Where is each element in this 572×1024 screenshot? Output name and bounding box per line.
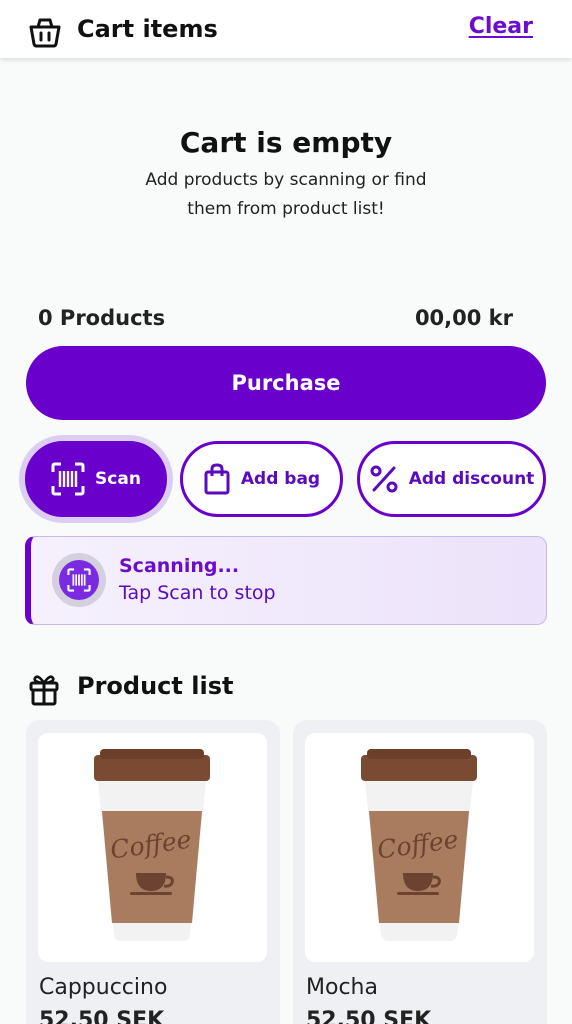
purchase-button[interactable]: Purchase xyxy=(26,346,546,420)
coffee-cup-image: Coffee xyxy=(305,733,534,962)
product-list-title: Product list xyxy=(77,672,234,700)
add-bag-label: Add bag xyxy=(240,469,321,489)
scan-button[interactable]: Scan xyxy=(25,441,167,517)
gift-icon xyxy=(29,675,59,706)
product-card-mocha[interactable]: Coffee Mocha 52,50 SEK xyxy=(293,720,547,1024)
coffee-cup-image: Coffee xyxy=(38,733,267,962)
percent-icon xyxy=(370,465,398,493)
cart-total: 00,00 kr xyxy=(414,306,513,330)
app-header: Cart items Clear xyxy=(0,0,572,58)
scanning-indicator xyxy=(52,553,106,607)
product-name: Mocha xyxy=(306,975,378,1000)
empty-cart-subtitle: Add products by scanning or find them fr… xyxy=(120,166,452,224)
product-price: 52,50 SEK xyxy=(39,1008,165,1024)
clear-cart-link[interactable]: Clear xyxy=(469,14,533,39)
barcode-scan-icon xyxy=(51,462,85,496)
empty-cart-subtitle-line: Add products by scanning or find xyxy=(145,170,427,190)
scanning-title: Scanning... xyxy=(119,555,240,577)
scanning-status-banner[interactable]: Scanning... Tap Scan to stop xyxy=(25,536,547,625)
basket-icon xyxy=(29,18,61,48)
barcode-scan-icon xyxy=(67,568,91,592)
scanning-hint: Tap Scan to stop xyxy=(119,582,276,604)
empty-cart-subtitle-line: them from product list! xyxy=(187,199,385,219)
add-discount-button[interactable]: Add discount xyxy=(357,441,546,517)
empty-cart-title: Cart is empty xyxy=(179,126,393,159)
product-name: Cappuccino xyxy=(39,975,168,1000)
product-count: 0 Products xyxy=(38,306,166,330)
shopping-bag-icon xyxy=(204,463,230,495)
add-bag-button[interactable]: Add bag xyxy=(180,441,343,517)
page-title: Cart items xyxy=(77,15,218,43)
product-card-cappuccino[interactable]: Coffee Cappuccino 52,50 SEK xyxy=(26,720,280,1024)
scan-label: Scan xyxy=(95,469,141,489)
product-price: 52,50 SEK xyxy=(306,1008,432,1024)
add-discount-label: Add discount xyxy=(408,469,535,489)
